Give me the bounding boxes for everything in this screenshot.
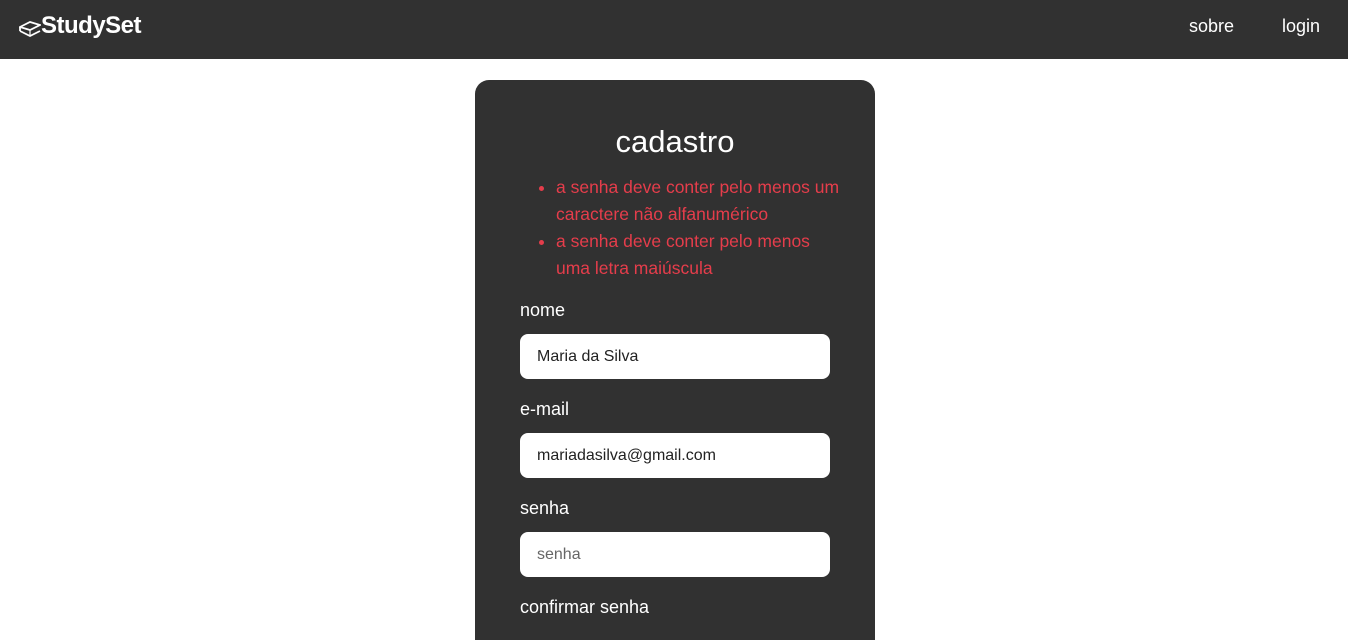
error-list: a senha deve conter pelo menos um caract…	[538, 174, 846, 282]
error-message: a senha deve conter pelo menos um caract…	[556, 174, 846, 228]
nav-link-login[interactable]: login	[1282, 16, 1320, 37]
email-label: e-mail	[520, 399, 570, 419]
error-message: a senha deve conter pelo menos uma letra…	[556, 228, 846, 282]
signup-title: cadastro	[615, 124, 735, 159]
email-input[interactable]	[520, 433, 830, 478]
books-icon	[19, 21, 41, 38]
nome-label: nome	[520, 300, 566, 320]
studyset-logo[interactable]: StudySet	[19, 12, 142, 40]
logo-text: StudySet	[41, 12, 142, 39]
confirmar-senha-label: confirmar senha	[520, 597, 650, 617]
signup-card: cadastro a senha deve conter pelo menos …	[475, 80, 875, 640]
senha-input[interactable]	[520, 532, 830, 577]
top-navbar: StudySet sobre login	[0, 0, 1348, 59]
nav-link-sobre[interactable]: sobre	[1189, 16, 1234, 37]
nome-input[interactable]	[520, 334, 830, 379]
senha-label: senha	[520, 498, 570, 518]
